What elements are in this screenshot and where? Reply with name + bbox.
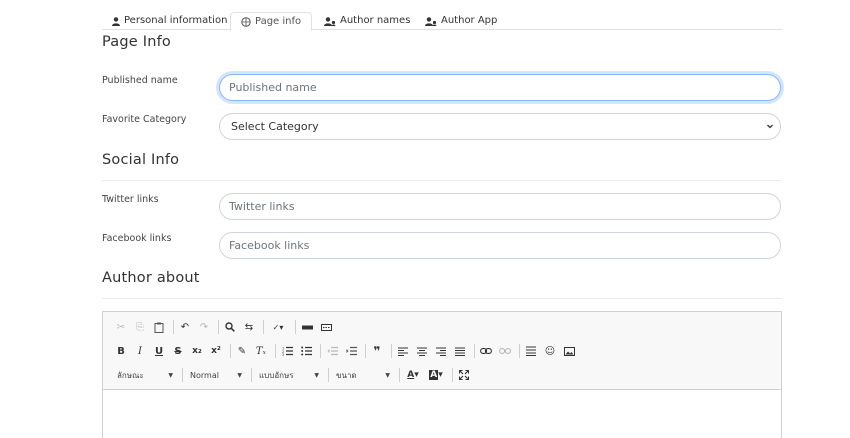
decrease-indent-icon[interactable]	[324, 343, 340, 359]
spellcheck-icon[interactable]: ✓▾	[267, 319, 289, 335]
font-combo-label: แบบอักษร	[259, 370, 294, 380]
justify-icon[interactable]	[452, 343, 468, 359]
divider	[102, 180, 782, 181]
text-color-icon[interactable]: A ▾	[403, 367, 423, 383]
toolbar-separator	[399, 368, 400, 382]
styles-combo-label: ลักษณะ	[117, 370, 144, 380]
rich-text-editor: ✂ ⎘ ↶ ↷ ⇆ ✓▾ B I U S x₂ x² ✎ Tₓ 1 2 3 ❞ …	[102, 311, 782, 438]
bulleted-list-icon[interactable]	[298, 343, 314, 359]
toolbar-separator	[251, 368, 252, 382]
toolbar-separator	[365, 344, 366, 358]
twitter-links-label: Twitter links	[102, 194, 159, 205]
toolbar-separator	[182, 368, 183, 382]
background-color-icon[interactable]: A ▾	[426, 367, 446, 383]
chevron-down-icon: ▼	[168, 371, 173, 379]
social-info-title: Social Info	[102, 152, 180, 168]
toolbar-separator	[391, 344, 392, 358]
numbered-list-icon[interactable]: 123	[279, 343, 295, 359]
users-icon	[425, 16, 437, 26]
strikethrough-icon[interactable]: S	[170, 343, 186, 359]
styles-combo[interactable]: ลักษณะ ▼	[113, 367, 177, 383]
blockquote-icon[interactable]: ❞	[369, 343, 385, 359]
twitter-links-input[interactable]: Twitter links	[219, 193, 781, 220]
chevron-down-icon: ▼	[385, 371, 390, 379]
maximize-icon[interactable]	[456, 367, 472, 383]
divider	[102, 298, 782, 299]
subscript-icon[interactable]: x₂	[189, 343, 205, 359]
increase-indent-icon[interactable]	[343, 343, 359, 359]
superscript-icon[interactable]: x²	[208, 343, 224, 359]
tab-label: Page info	[255, 15, 302, 27]
published-name-input[interactable]: Published name	[219, 74, 781, 101]
page-break-icon[interactable]	[318, 319, 334, 335]
table-icon[interactable]	[523, 343, 539, 359]
favorite-category-value: Select Category	[231, 120, 319, 133]
underline-icon[interactable]: U	[151, 343, 167, 359]
copy-formatting-icon[interactable]: ✎	[234, 343, 250, 359]
toolbar-separator	[474, 344, 475, 358]
facebook-links-label: Facebook links	[102, 233, 172, 244]
align-right-icon[interactable]	[433, 343, 449, 359]
tab-label: Author App	[441, 15, 498, 26]
compass-icon	[241, 16, 251, 27]
author-about-title: Author about	[102, 270, 200, 286]
toolbar-separator	[519, 344, 520, 358]
remove-format-icon[interactable]: Tₓ	[253, 343, 269, 359]
profile-tabs: Personal information Page info Author na…	[102, 12, 782, 31]
tab-page-info[interactable]: Page info	[230, 12, 313, 31]
favorite-category-label: Favorite Category	[102, 114, 187, 125]
link-icon[interactable]	[478, 343, 494, 359]
user-icon	[112, 16, 120, 26]
toolbar-row-formatting: B I U S x₂ x² ✎ Tₓ 123 ❞ ☺	[113, 342, 580, 360]
undo-icon[interactable]: ↶	[177, 319, 193, 335]
align-left-icon[interactable]	[395, 343, 411, 359]
toolbar-separator	[452, 368, 453, 382]
toolbar-separator	[218, 320, 219, 334]
editor-content-area[interactable]	[103, 390, 781, 438]
toolbar-separator	[263, 320, 264, 334]
chevron-down-icon	[766, 114, 774, 150]
size-combo-label: ขนาด	[336, 370, 357, 380]
toolbar-row-styles: ลักษณะ ▼ Normal ▼ แบบอักษร ▼ ขนาด ▼ A ▾ A…	[113, 366, 475, 384]
editor-toolbar: ✂ ⎘ ↶ ↷ ⇆ ✓▾ B I U S x₂ x² ✎ Tₓ 1 2 3 ❞ …	[103, 312, 781, 390]
cut-icon[interactable]: ✂	[113, 319, 129, 335]
toolbar-separator	[230, 344, 231, 358]
tab-author-app[interactable]: Author App	[425, 12, 497, 30]
published-name-label: Published name	[102, 75, 178, 86]
toolbar-separator	[320, 344, 321, 358]
tab-label: Author names	[340, 15, 411, 26]
format-combo[interactable]: Normal ▼	[186, 367, 246, 383]
unlink-icon[interactable]	[497, 343, 513, 359]
svg-text:3: 3	[282, 353, 284, 356]
horizontal-rule-icon[interactable]	[299, 319, 315, 335]
toolbar-row-clipboard: ✂ ⎘ ↶ ↷ ⇆ ✓▾	[113, 318, 337, 336]
toolbar-separator	[295, 320, 296, 334]
size-combo[interactable]: ขนาด ▼	[332, 367, 394, 383]
tab-personal-information[interactable]: Personal information	[112, 12, 227, 30]
copy-icon[interactable]: ⎘	[132, 319, 148, 335]
bold-icon[interactable]: B	[113, 343, 129, 359]
facebook-links-input[interactable]: Facebook links	[219, 232, 781, 259]
font-combo[interactable]: แบบอักษร ▼	[255, 367, 323, 383]
tab-label: Personal information	[124, 15, 228, 26]
replace-icon[interactable]: ⇆	[241, 319, 257, 335]
format-combo-label: Normal	[190, 370, 219, 380]
find-icon[interactable]	[222, 319, 238, 335]
smiley-icon[interactable]: ☺	[542, 343, 558, 359]
users-icon	[324, 16, 336, 26]
page-info-title: Page Info	[102, 34, 171, 50]
redo-icon[interactable]: ↷	[196, 319, 212, 335]
image-icon[interactable]	[561, 343, 577, 359]
favorite-category-select[interactable]: Select Category	[219, 113, 781, 140]
toolbar-separator	[328, 368, 329, 382]
toolbar-separator	[275, 344, 276, 358]
tab-author-names[interactable]: Author names	[324, 12, 410, 30]
paste-icon[interactable]	[151, 319, 167, 335]
chevron-down-icon: ▼	[237, 371, 242, 379]
align-center-icon[interactable]	[414, 343, 430, 359]
italic-icon[interactable]: I	[132, 343, 148, 359]
chevron-down-icon: ▼	[314, 371, 319, 379]
toolbar-separator	[173, 320, 174, 334]
